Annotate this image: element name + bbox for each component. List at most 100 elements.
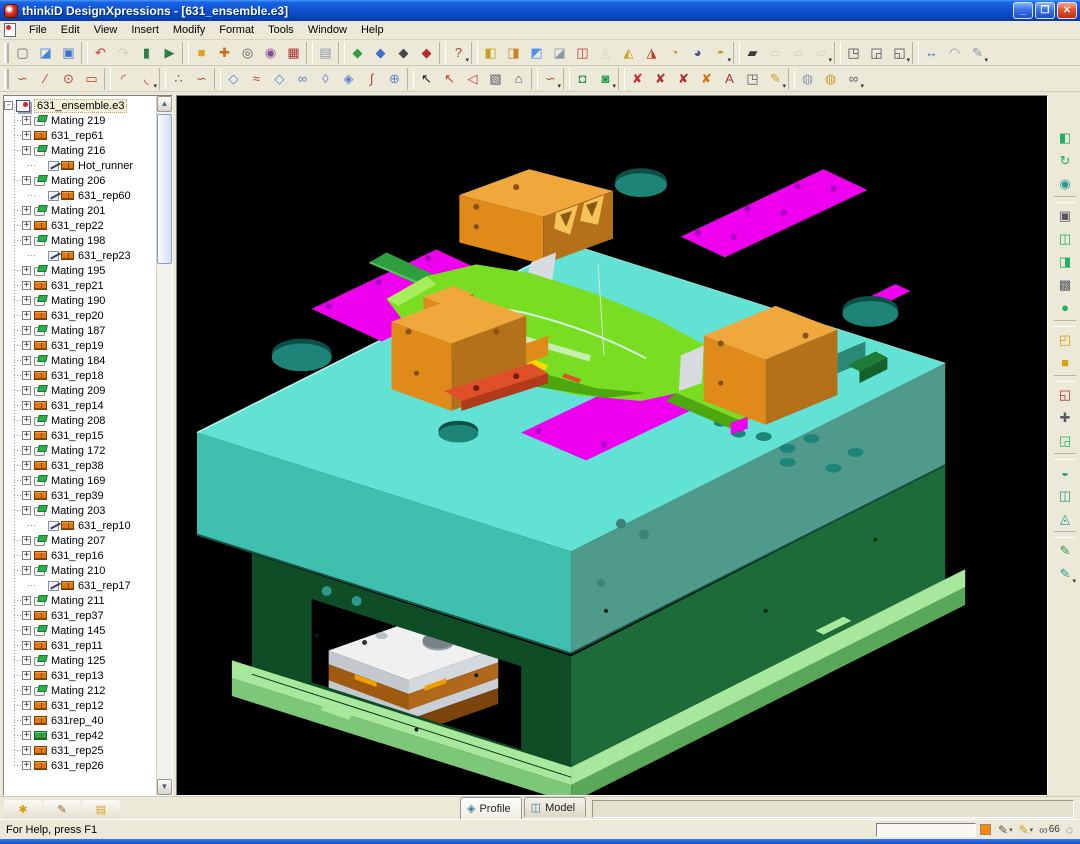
boolean-unite-button[interactable]: ◘	[571, 68, 594, 90]
tree-item-mating-212[interactable]: +Mating 212	[4, 683, 156, 698]
entity-counter[interactable]: ∞66	[1036, 823, 1063, 837]
restore-button[interactable]: ❐	[1035, 2, 1055, 19]
paste-object-button[interactable]: ◲	[865, 42, 888, 64]
menu-file[interactable]: File	[22, 22, 54, 38]
view-face-button[interactable]: ◉	[1053, 172, 1077, 195]
show-component-run-button[interactable]: ▶	[158, 42, 181, 64]
surface-trim-button[interactable]: ◈	[337, 68, 360, 90]
sketch-circle-button[interactable]: ⊙	[57, 68, 80, 90]
clip-tool-button[interactable]: ∞▾	[842, 68, 865, 90]
tree-item-631-rep37[interactable]: +631_rep37	[4, 608, 156, 623]
expand-icon[interactable]: +	[22, 116, 31, 125]
assembly-green-button[interactable]: ◆	[346, 42, 369, 64]
tree-item-631-rep19[interactable]: +631_rep19	[4, 338, 156, 353]
measure-arc-button[interactable]: ◠	[943, 42, 966, 64]
mating-create-button[interactable]: ✎	[1053, 539, 1077, 562]
menu-window[interactable]: Window	[301, 22, 354, 38]
toolbar-grabber[interactable]	[4, 69, 9, 89]
pen-style[interactable]: ✎▾	[995, 823, 1016, 837]
snap-indicator[interactable]: ◌	[1063, 823, 1076, 837]
structure-tab[interactable]: ✱	[4, 800, 42, 819]
tree-item-631-rep10[interactable]: 631_rep10	[4, 518, 156, 533]
assembly-dark-button[interactable]: ◆	[392, 42, 415, 64]
sketch-fillet-button[interactable]: ◜	[112, 68, 135, 90]
display-wireframe-button[interactable]: ▣	[1053, 204, 1077, 227]
feature-draft-button[interactable]: ◫	[571, 42, 594, 64]
mating-edit-button[interactable]: ✎▾	[1053, 562, 1077, 585]
feature-chamfer-button[interactable]: ◭	[617, 42, 640, 64]
menu-format[interactable]: Format	[212, 22, 261, 38]
color-swatch[interactable]	[980, 824, 991, 835]
expand-icon[interactable]: +	[22, 206, 31, 215]
expand-icon[interactable]: +	[22, 326, 31, 335]
viewport-3d[interactable]	[176, 95, 1048, 796]
tree-item-631-rep42[interactable]: +631_rep42	[4, 728, 156, 743]
menu-insert[interactable]: Insert	[124, 22, 166, 38]
expand-icon[interactable]: +	[22, 506, 31, 515]
expand-icon[interactable]: +	[22, 446, 31, 455]
feature-rib-button[interactable]: ◪	[548, 42, 571, 64]
tree-item-mating-169[interactable]: +Mating 169	[4, 473, 156, 488]
notes-tab[interactable]: ▤	[82, 800, 120, 819]
tree-item-mating-216[interactable]: +Mating 216	[4, 143, 156, 158]
feature-shell-button[interactable]: ◩	[525, 42, 548, 64]
tree-item-631-rep17[interactable]: 631_rep17	[4, 578, 156, 593]
curve-style[interactable]: ✎▾	[1016, 823, 1037, 837]
tree-item-631-rep15[interactable]: +631_rep15	[4, 428, 156, 443]
tree-item-mating-172[interactable]: +Mating 172	[4, 443, 156, 458]
tree-item-631-rep16[interactable]: +631_rep16	[4, 548, 156, 563]
mold-assembly-3d-model[interactable]	[177, 96, 1047, 795]
mold-split-button[interactable]: ◒	[1053, 461, 1077, 484]
status-input-field[interactable]	[876, 823, 976, 837]
solid-box-button[interactable]: ■	[190, 42, 213, 64]
tree-root-631-ensemble[interactable]: -631_ensemble.e3	[4, 98, 156, 113]
display-shaded-button[interactable]: ◨	[1053, 250, 1077, 273]
curve-edit-button[interactable]: ∽	[190, 68, 213, 90]
mold-stack-button[interactable]: ◫	[1053, 484, 1077, 507]
expand-icon[interactable]: +	[22, 401, 31, 410]
select-face-button[interactable]: ◁	[461, 68, 484, 90]
select-chain-button[interactable]: ▧	[484, 68, 507, 90]
render-scene-button[interactable]: ▱▾	[810, 42, 833, 64]
expand-icon[interactable]: +	[22, 701, 31, 710]
surface-drop-button[interactable]: ◊	[314, 68, 337, 90]
save-button[interactable]: ▣	[57, 42, 80, 64]
section-view-button[interactable]: ◱	[1053, 383, 1077, 406]
select-query-button[interactable]: ?▾	[447, 42, 470, 64]
menu-help[interactable]: Help	[354, 22, 391, 38]
text-tool-button[interactable]: A	[718, 68, 741, 90]
expand-icon[interactable]: +	[22, 131, 31, 140]
tree-item-mating-198[interactable]: +Mating 198	[4, 233, 156, 248]
delete-button[interactable]: ✘	[626, 68, 649, 90]
tree-item-631-rep23[interactable]: 631_rep23	[4, 248, 156, 263]
expand-icon[interactable]: +	[22, 221, 31, 230]
lock-entity-button[interactable]: ◍	[796, 68, 819, 90]
undo-button[interactable]: ↶	[89, 42, 112, 64]
tree-item-mating-210[interactable]: +Mating 210	[4, 563, 156, 578]
paint-tool-button[interactable]: ✎▾	[764, 68, 787, 90]
menu-modify[interactable]: Modify	[166, 22, 212, 38]
menu-edit[interactable]: Edit	[54, 22, 87, 38]
render-material-button[interactable]: ▱	[764, 42, 787, 64]
tree-item-631-rep11[interactable]: +631_rep11	[4, 638, 156, 653]
clip-plane-box-button[interactable]: ■	[1053, 351, 1077, 374]
surface-wave-button[interactable]: ≈	[245, 68, 268, 90]
tree-item-mating-190[interactable]: +Mating 190	[4, 293, 156, 308]
expand-icon[interactable]: +	[22, 146, 31, 155]
tree-item-mating-125[interactable]: +Mating 125	[4, 653, 156, 668]
grid-snap-button[interactable]: ▦	[282, 42, 305, 64]
tree-item-631-rep39[interactable]: +631_rep39	[4, 488, 156, 503]
select-entity-button[interactable]: ↖	[438, 68, 461, 90]
delete-face-button[interactable]: ✘	[649, 68, 672, 90]
tree-item-mating-206[interactable]: +Mating 206	[4, 173, 156, 188]
tree-item-631-rep38[interactable]: +631_rep38	[4, 458, 156, 473]
collapse-icon[interactable]: -	[4, 101, 13, 110]
table-view-button[interactable]: ▤	[314, 42, 337, 64]
expand-icon[interactable]: +	[22, 431, 31, 440]
expand-icon[interactable]: +	[22, 611, 31, 620]
dimension-horizontal-button[interactable]: ↔	[920, 42, 943, 64]
expand-icon[interactable]: +	[22, 626, 31, 635]
surface-loft-button[interactable]: ∞	[291, 68, 314, 90]
expand-icon[interactable]: +	[22, 491, 31, 500]
tree-item-631-rep26[interactable]: +631_rep26	[4, 758, 156, 773]
